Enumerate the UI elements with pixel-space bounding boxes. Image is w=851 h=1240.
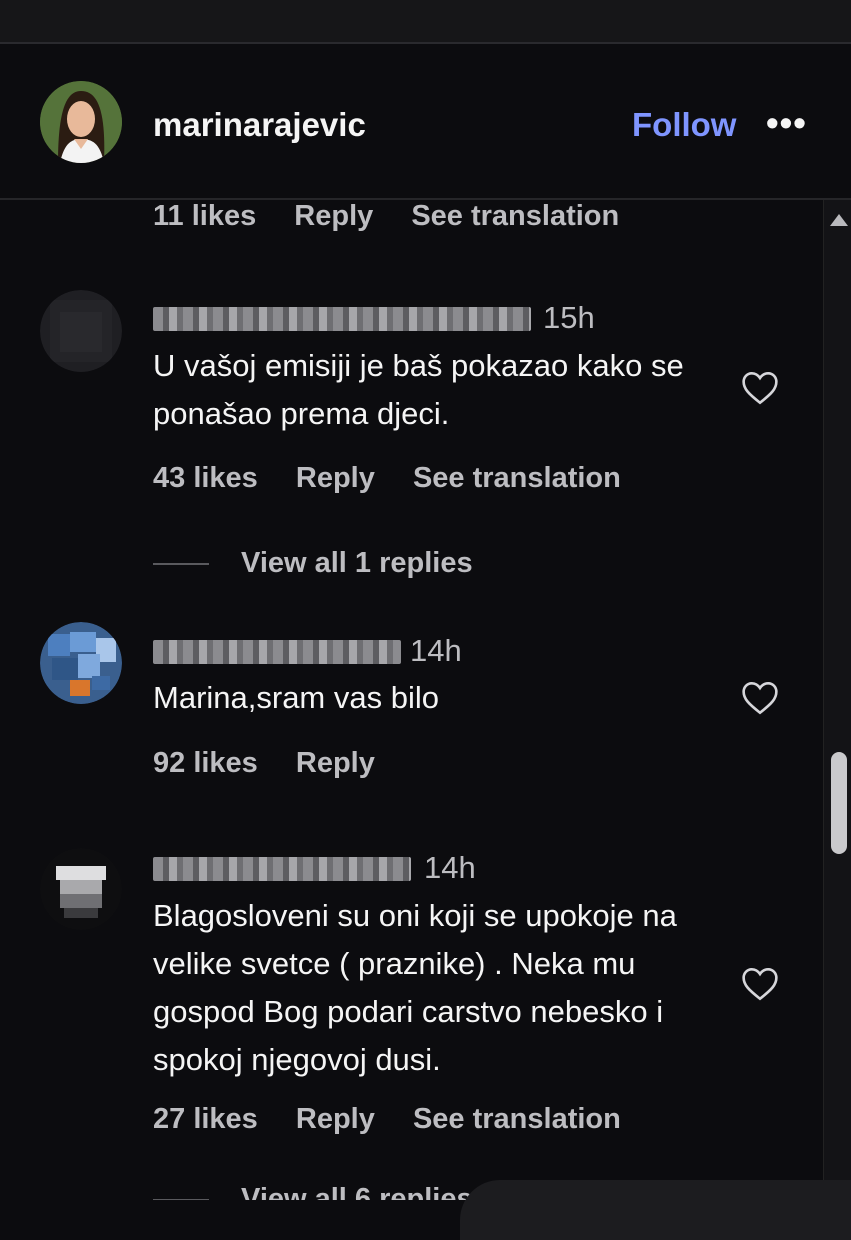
view-replies-label: View all 1 replies bbox=[241, 547, 473, 579]
like-heart-icon[interactable] bbox=[740, 966, 780, 1002]
like-heart-icon[interactable] bbox=[740, 680, 780, 716]
comment-likes[interactable]: 27 likes bbox=[153, 1103, 258, 1135]
comment-likes[interactable]: 43 likes bbox=[153, 462, 258, 494]
commenter-username-blurred[interactable] bbox=[153, 857, 411, 881]
comment-actions: 92 likes Reply bbox=[153, 747, 405, 780]
comment-likes[interactable]: 11 likes bbox=[153, 200, 256, 232]
like-heart-icon[interactable] bbox=[740, 370, 780, 406]
comment-timestamp[interactable]: 14h bbox=[424, 850, 476, 886]
see-translation-link[interactable]: See translation bbox=[413, 1103, 621, 1135]
comment-text: Marina,sram vas bilo bbox=[153, 680, 439, 715]
comment-likes[interactable]: 92 likes bbox=[153, 747, 258, 779]
top-strip bbox=[0, 0, 851, 44]
bottom-overlay-panel bbox=[460, 1180, 851, 1240]
view-replies-button[interactable]: View all 6 replies bbox=[153, 1183, 473, 1200]
scrollbar[interactable] bbox=[823, 200, 851, 1200]
commenter-avatar[interactable] bbox=[40, 848, 122, 930]
reply-button[interactable]: Reply bbox=[296, 747, 375, 779]
comment-timestamp[interactable]: 15h bbox=[543, 300, 595, 336]
scroll-up-arrow-icon[interactable] bbox=[830, 214, 848, 226]
view-replies-label: View all 6 replies bbox=[241, 1183, 473, 1200]
see-translation-link[interactable]: See translation bbox=[411, 200, 619, 232]
post-header: marinarajevic Follow ••• bbox=[0, 44, 851, 200]
scrollbar-thumb[interactable] bbox=[831, 752, 847, 854]
reply-button[interactable]: Reply bbox=[294, 200, 373, 232]
comment-actions: 43 likes Reply See translation bbox=[153, 462, 651, 495]
comment-text: U vašoj emisiji je baš pokazao kako se p… bbox=[153, 348, 684, 431]
reply-button[interactable]: Reply bbox=[296, 462, 375, 494]
reply-button[interactable]: Reply bbox=[296, 1103, 375, 1135]
view-replies-button[interactable]: View all 1 replies bbox=[153, 547, 473, 580]
comment-text: Blagosloveni su oni koji se upokoje na v… bbox=[153, 898, 677, 1077]
comment-actions: 11 likes Reply See translation bbox=[153, 200, 649, 233]
comment-timestamp[interactable]: 14h bbox=[410, 633, 462, 669]
see-translation-link[interactable]: See translation bbox=[413, 462, 621, 494]
replies-divider-line bbox=[153, 563, 209, 566]
commenter-avatar[interactable] bbox=[40, 622, 122, 704]
commenter-username-blurred[interactable] bbox=[153, 307, 531, 331]
post-author-username[interactable]: marinarajevic bbox=[153, 106, 366, 144]
comment-actions: 27 likes Reply See translation bbox=[153, 1103, 651, 1136]
follow-button[interactable]: Follow bbox=[632, 106, 736, 144]
profile-avatar[interactable] bbox=[40, 81, 122, 163]
commenter-username-blurred[interactable] bbox=[153, 640, 401, 664]
comments-list: 11 likes Reply See translation 15h U vaš… bbox=[0, 200, 822, 1200]
more-options-icon[interactable]: ••• bbox=[766, 102, 807, 144]
commenter-avatar[interactable] bbox=[40, 290, 122, 372]
